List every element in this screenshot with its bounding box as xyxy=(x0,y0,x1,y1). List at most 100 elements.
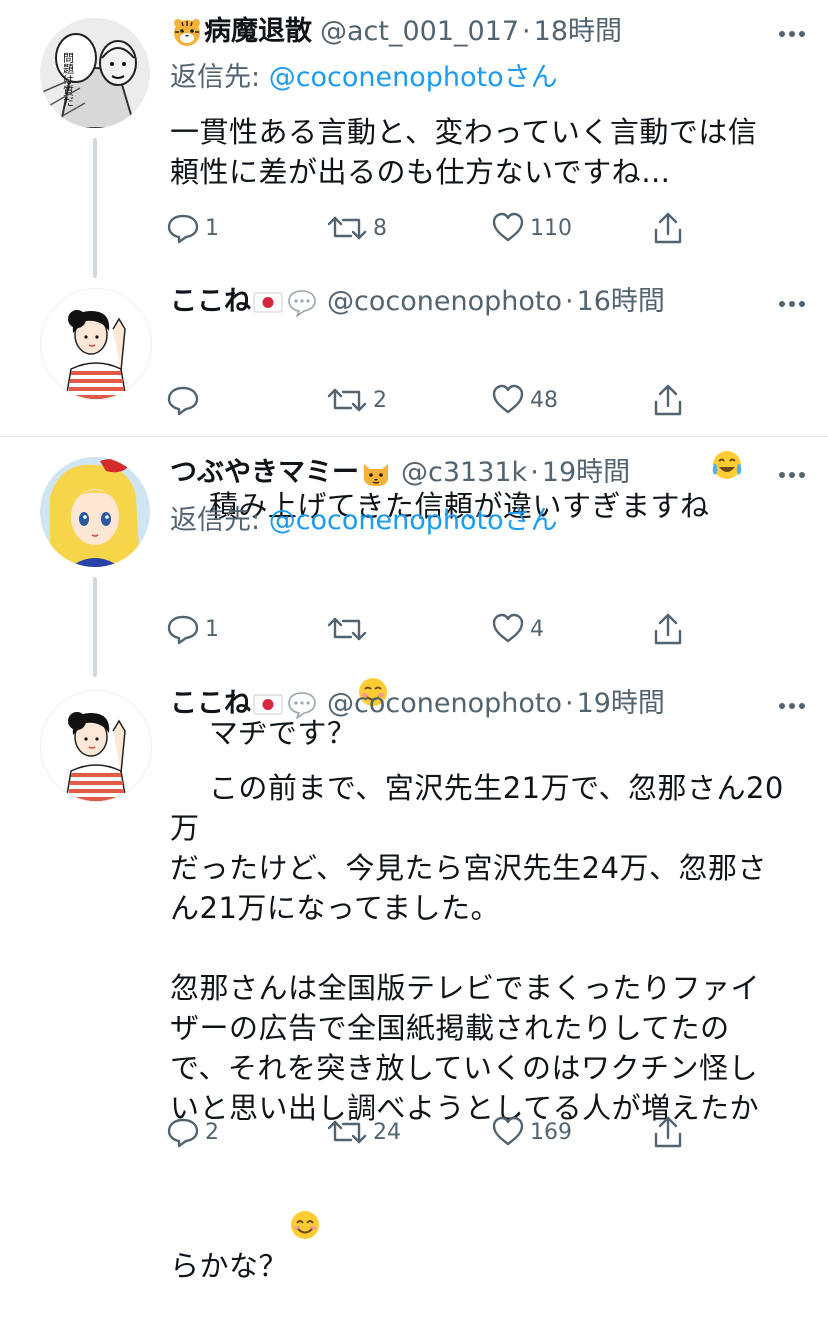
like-button[interactable]: 48 xyxy=(490,380,558,420)
reply-to-link[interactable]: @coconenophoto xyxy=(269,505,504,536)
display-name[interactable]: 病魔退散 xyxy=(204,12,312,52)
reply-icon xyxy=(167,1118,199,1148)
separator-dot: · xyxy=(564,688,574,719)
tweet-2[interactable]: ここね @coconenophoto · 16時間 積み上げてきた信頼が違いすぎ… xyxy=(0,270,828,523)
avatar[interactable] xyxy=(40,288,152,400)
cat-face-emoji xyxy=(361,458,391,488)
tweet-text: 一貫性ある言動と、変わっていく言動では信 頼性に差が出るのも仕方ないですね… xyxy=(170,115,758,189)
avatar-illustration-image xyxy=(41,289,151,399)
retweet-icon xyxy=(327,216,367,240)
separator-dot: · xyxy=(564,286,574,317)
like-button[interactable]: 110 xyxy=(490,208,572,248)
avatar[interactable]: 問題は質だ xyxy=(40,18,150,128)
tweet-header: 病魔退散 @act_001_017 · 18時間 xyxy=(170,12,768,52)
japan-flag-emoji xyxy=(253,689,283,719)
retweet-button[interactable] xyxy=(325,609,373,649)
tweet-text: この前まで、宮沢先生21万で、忽那さん20万 だったけど、今見たら宮沢先生24万… xyxy=(170,728,788,1326)
tweet-header: ここね @coconenophoto · 19時間 xyxy=(170,684,768,724)
retweet-count: 24 xyxy=(373,1119,401,1145)
avatar[interactable] xyxy=(40,457,150,567)
more-options-icon xyxy=(779,301,805,307)
share-button[interactable] xyxy=(650,380,686,420)
heart-icon xyxy=(492,1116,524,1146)
reply-count: 1 xyxy=(205,215,219,241)
share-icon xyxy=(654,1116,682,1148)
tiger-face-emoji xyxy=(172,17,202,47)
like-count: 110 xyxy=(530,215,572,241)
reply-button[interactable]: 1 xyxy=(165,609,219,649)
reply-button[interactable]: 2 xyxy=(165,1112,219,1152)
tweet-1[interactable]: 問題は質だ 病魔退散 @act_001_017 · 18時間 返信先: @coc… xyxy=(0,0,828,278)
retweet-icon xyxy=(327,1120,367,1144)
more-options-icon xyxy=(779,472,805,478)
avatar-illustration-image xyxy=(41,691,151,801)
speech-balloon-emoji xyxy=(287,287,317,319)
handle[interactable]: @c3131k xyxy=(401,453,527,493)
timestamp[interactable]: 18時間 xyxy=(534,12,622,52)
handle[interactable]: @coconenophoto xyxy=(327,282,562,322)
more-options-button[interactable] xyxy=(774,694,810,718)
handle[interactable]: @act_001_017 xyxy=(320,12,519,52)
like-button[interactable]: 4 xyxy=(490,609,544,649)
avatar-speech-text: 問題は質だ xyxy=(62,52,75,107)
tweet-actions: 1 4 xyxy=(165,609,705,649)
heart-icon xyxy=(492,212,524,242)
reply-context: 返信先: @coconenophotoさん xyxy=(170,501,558,541)
speech-balloon-emoji xyxy=(287,689,317,721)
reply-suffix[interactable]: さん xyxy=(504,62,558,93)
share-button[interactable] xyxy=(650,609,686,649)
tweet-actions: 2 48 xyxy=(165,380,705,420)
share-icon xyxy=(654,212,682,244)
more-options-button[interactable] xyxy=(774,463,810,487)
reply-prefix: 返信先: xyxy=(170,505,269,536)
handle[interactable]: @coconenophoto xyxy=(327,684,562,724)
reply-button[interactable]: 1 xyxy=(165,208,219,248)
reply-prefix: 返信先: xyxy=(170,62,269,93)
more-options-button[interactable] xyxy=(774,292,810,316)
heart-icon xyxy=(492,384,524,414)
japan-flag-emoji xyxy=(253,287,283,317)
retweet-button[interactable]: 24 xyxy=(325,1112,401,1152)
thread-line xyxy=(93,577,97,677)
tweet-3[interactable]: つぶやきマミー @c3131k · 19時間 返信先: @coconenopho… xyxy=(0,437,828,750)
reply-to-link[interactable]: @coconenophoto xyxy=(269,62,504,93)
heart-icon xyxy=(492,613,524,643)
like-count: 169 xyxy=(530,1119,572,1145)
avatar-manga-image: 問題は質だ xyxy=(40,18,150,128)
like-count: 48 xyxy=(530,387,558,413)
retweet-count: 2 xyxy=(373,387,387,413)
reply-icon xyxy=(167,615,199,645)
more-options-icon xyxy=(779,703,805,709)
retweet-button[interactable]: 2 xyxy=(325,380,387,420)
reply-suffix[interactable]: さん xyxy=(504,505,558,536)
reply-button[interactable] xyxy=(165,380,205,420)
thread-line xyxy=(93,138,97,278)
share-icon xyxy=(654,384,682,416)
display-name[interactable]: ここね xyxy=(170,282,251,322)
retweet-button[interactable]: 8 xyxy=(325,208,387,248)
more-options-icon xyxy=(779,31,805,37)
timestamp[interactable]: 16時間 xyxy=(577,282,665,322)
share-button[interactable] xyxy=(650,1112,686,1152)
share-icon xyxy=(654,613,682,645)
timestamp[interactable]: 19時間 xyxy=(542,453,630,493)
reply-icon xyxy=(167,214,199,244)
tweet-header: ここね @coconenophoto · 16時間 xyxy=(170,282,768,322)
display-name[interactable]: ここね xyxy=(170,684,251,724)
like-button[interactable]: 169 xyxy=(490,1112,572,1152)
display-name[interactable]: つぶやきマミー xyxy=(170,453,359,493)
timestamp[interactable]: 19時間 xyxy=(577,684,665,724)
tweet-text-content: この前まで、宮沢先生21万で、忽那さん20万 だったけど、今見たら宮沢先生24万… xyxy=(170,771,784,1283)
retweet-icon xyxy=(327,388,367,412)
retweet-count: 8 xyxy=(373,215,387,241)
tweet-actions: 2 24 169 xyxy=(165,1112,705,1152)
reply-icon xyxy=(167,386,199,416)
tweet-actions: 1 8 110 xyxy=(165,208,705,248)
avatar[interactable] xyxy=(40,690,152,802)
tweet-header: つぶやきマミー @c3131k · 19時間 xyxy=(170,453,768,493)
more-options-button[interactable] xyxy=(774,22,810,46)
avatar-anime-girl-image xyxy=(40,457,150,567)
tweet-4[interactable]: ここね @coconenophoto · 19時間 この前まで、宮沢先生21万で… xyxy=(0,672,828,1283)
share-button[interactable] xyxy=(650,208,686,248)
reply-context: 返信先: @coconenophotoさん xyxy=(170,58,558,98)
